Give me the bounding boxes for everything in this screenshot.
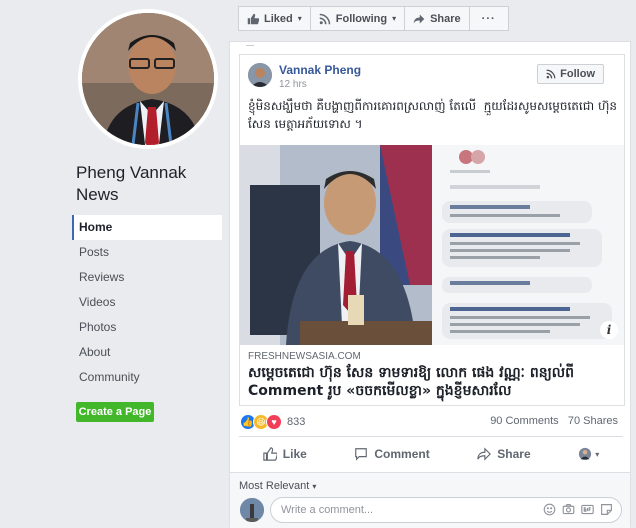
previous-post-edge	[246, 42, 254, 46]
comment-label: Comment	[374, 447, 430, 461]
link-domain[interactable]: FRESHNEWSASIA.COM	[248, 351, 361, 362]
liked-button[interactable]: Liked ▾	[238, 6, 311, 31]
comment-sort-dropdown[interactable]: Most Relevant ▾	[239, 480, 316, 492]
page-sidebar: Pheng Vannak News Home Posts Reviews Vid…	[0, 0, 230, 527]
comment-sort-label: Most Relevant	[239, 480, 310, 492]
nav-item-videos[interactable]: Videos	[72, 290, 222, 315]
like-button[interactable]: Like	[263, 447, 307, 461]
follow-button[interactable]: Follow	[537, 64, 604, 84]
liked-label: Liked	[264, 12, 293, 25]
chevron-down-icon: ▾	[312, 482, 317, 491]
share-label: Share	[497, 447, 531, 461]
page-title[interactable]: Pheng Vannak News	[76, 162, 226, 206]
reaction-count: 833	[287, 416, 306, 428]
share-button[interactable]: Share	[477, 447, 531, 461]
comment-input[interactable]: Write a comment...	[270, 497, 622, 523]
nav-item-photos[interactable]: Photos	[72, 315, 222, 340]
love-reaction-icon: ♥	[266, 414, 282, 430]
avatar-icon	[579, 447, 592, 461]
shared-post: Vannak Pheng 12 hrs Follow ខ្ញុំមិន​សង្ឃ…	[239, 54, 625, 406]
post-card: Vannak Pheng 12 hrs Follow ខ្ញុំមិន​សង្ឃ…	[229, 41, 631, 528]
sticker-icon[interactable]	[600, 503, 613, 516]
comment-button[interactable]: Comment	[354, 447, 430, 461]
page-action-bar: Liked ▾ Following ▾ Share ···	[238, 6, 509, 31]
comment-icon	[355, 448, 368, 461]
page-nav: Home Posts Reviews Videos Photos About C…	[72, 215, 222, 390]
more-options-button[interactable]: ···	[468, 6, 509, 31]
chevron-down-icon: ▾	[392, 14, 397, 23]
avatar	[240, 498, 264, 522]
create-page-button[interactable]: Create a Page	[76, 402, 154, 422]
nav-item-home[interactable]: Home	[72, 215, 222, 240]
post-text: ខ្ញុំមិន​សង្ឃឹមថា​ ​គឺបង្ហាញពីការគោរព​ស្…	[248, 99, 617, 131]
nav-item-posts[interactable]: Posts	[72, 240, 222, 265]
camera-icon[interactable]	[562, 503, 575, 516]
following-button[interactable]: Following ▾	[309, 6, 406, 31]
link-title[interactable]: សម្ដេចតេជោ ហ៊ុន សែន ទាមទារឱ្យ លោក ផេង វណ…	[248, 364, 620, 400]
nav-item-about[interactable]: About	[72, 340, 222, 365]
nav-item-community[interactable]: Community	[72, 365, 222, 390]
share-icon	[413, 14, 425, 23]
nav-item-reviews[interactable]: Reviews	[72, 265, 222, 290]
share-as-menu[interactable]: ▾	[578, 447, 599, 461]
like-label: Like	[282, 447, 307, 461]
link-preview-image[interactable]: i	[240, 145, 624, 345]
profile-picture[interactable]	[78, 9, 218, 149]
post-author[interactable]: Vannak Pheng	[279, 63, 361, 77]
comment-share-counts: 90 Comments 70 Shares	[490, 415, 618, 427]
share-icon	[477, 447, 492, 461]
post-actions: Like Comment Share ▾	[239, 442, 623, 466]
follow-label: Follow	[560, 68, 595, 80]
emoji-icon[interactable]	[543, 503, 556, 516]
info-icon[interactable]: i	[600, 321, 618, 339]
comment-count[interactable]: 90 Comments	[490, 415, 558, 427]
share-count[interactable]: 70 Shares	[568, 415, 618, 427]
comments-section: Most Relevant ▾ Write a comment...	[230, 472, 630, 528]
rss-icon	[319, 13, 330, 24]
comment-placeholder: Write a comment...	[281, 504, 374, 516]
divider	[239, 436, 623, 437]
rss-icon	[546, 69, 556, 79]
comment-tools	[543, 503, 613, 516]
gif-icon[interactable]	[581, 503, 594, 516]
share-page-button[interactable]: Share	[404, 6, 470, 31]
author-avatar[interactable]	[248, 63, 272, 87]
reactions-summary[interactable]: 👍 😆 ♥ 833	[240, 414, 305, 430]
share-page-label: Share	[430, 12, 461, 25]
following-label: Following	[335, 12, 388, 25]
like-icon	[247, 13, 259, 24]
chevron-down-icon: ▾	[297, 14, 302, 23]
like-icon	[263, 447, 277, 461]
chevron-down-icon: ▾	[595, 449, 600, 459]
post-time[interactable]: 12 hrs	[279, 79, 307, 90]
more-icon: ···	[481, 12, 496, 25]
